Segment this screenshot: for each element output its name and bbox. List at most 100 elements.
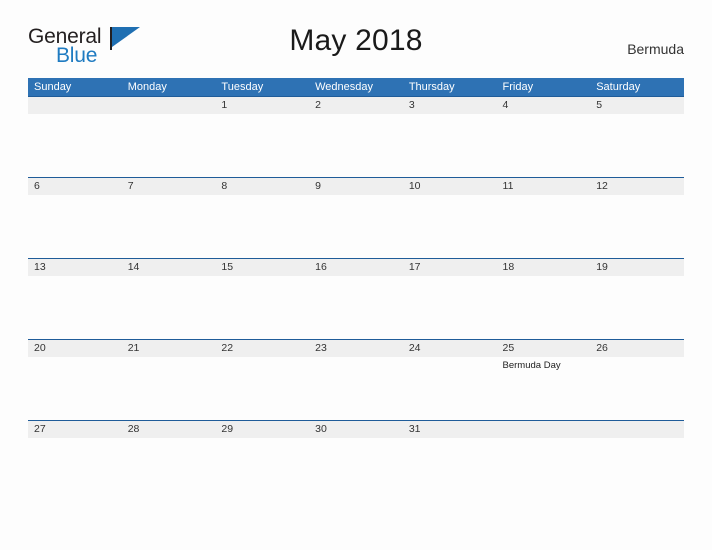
event-cell[interactable]	[590, 276, 684, 338]
day-number: 30	[315, 423, 327, 435]
day-number: 18	[502, 261, 515, 273]
event-cell[interactable]	[215, 438, 309, 500]
day-number: 27	[34, 423, 46, 435]
event-cell[interactable]	[215, 195, 309, 257]
event-cell[interactable]	[403, 438, 497, 500]
day-cell[interactable]: 12	[590, 178, 684, 195]
event-cell[interactable]	[590, 357, 684, 419]
day-cell[interactable]: 7	[122, 178, 216, 195]
day-cell[interactable]	[590, 421, 684, 438]
weekday-saturday: Saturday	[596, 81, 641, 93]
event-cell[interactable]	[309, 357, 403, 419]
event-layer	[28, 438, 684, 500]
day-cell[interactable]	[497, 421, 591, 438]
day-cell[interactable]: 16	[309, 259, 403, 276]
event-cell[interactable]	[309, 195, 403, 257]
day-cell[interactable]: 25	[497, 340, 591, 357]
day-cell[interactable]: 23	[309, 340, 403, 357]
event-cell[interactable]	[497, 276, 591, 338]
day-cell[interactable]: 29	[215, 421, 309, 438]
day-cell[interactable]: 18	[497, 259, 591, 276]
event-layer	[28, 114, 684, 176]
day-number: 2	[315, 99, 321, 111]
event-cell[interactable]	[122, 357, 216, 419]
event-cell[interactable]	[215, 114, 309, 176]
day-number: 20	[34, 342, 46, 354]
date-band: 13 14 15 16 17 18 19	[28, 258, 684, 276]
day-cell[interactable]: 9	[309, 178, 403, 195]
event-cell[interactable]	[122, 195, 216, 257]
event-cell[interactable]	[215, 357, 309, 419]
day-cell[interactable]: 8	[215, 178, 309, 195]
day-number: 21	[127, 342, 140, 354]
day-cell[interactable]: 28	[122, 421, 216, 438]
day-cell[interactable]	[28, 97, 122, 114]
day-number: 5	[596, 99, 603, 111]
day-number: 22	[221, 342, 234, 354]
event-cell[interactable]	[403, 357, 497, 419]
event-cell[interactable]	[403, 114, 497, 176]
day-cell[interactable]: 3	[403, 97, 497, 114]
date-band: 6 7 8 9 10 11 12	[28, 177, 684, 195]
day-cell[interactable]: 17	[403, 259, 497, 276]
day-cell[interactable]: 13	[28, 259, 122, 276]
event-cell[interactable]	[590, 195, 684, 257]
day-cell[interactable]: 27	[28, 421, 122, 438]
event-cell[interactable]	[497, 438, 591, 500]
day-cell[interactable]: 24	[403, 340, 497, 357]
day-cell[interactable]: 5	[590, 97, 684, 114]
location-label: Bermuda	[627, 41, 684, 57]
day-cell[interactable]: 11	[497, 178, 591, 195]
day-number: 24	[408, 342, 421, 354]
day-number: 25	[502, 342, 515, 354]
event-cell[interactable]	[403, 195, 497, 257]
day-number: 28	[127, 423, 140, 435]
event-cell[interactable]	[497, 195, 591, 257]
event-cell[interactable]	[590, 114, 684, 176]
weekday-wednesday: Wednesday	[315, 81, 373, 93]
day-cell[interactable]: 14	[122, 259, 216, 276]
week-row: 27 28 29 30 31	[28, 420, 684, 501]
day-cell[interactable]: 20	[28, 340, 122, 357]
date-band: 27 28 29 30 31	[28, 420, 684, 438]
day-cell[interactable]: 19	[590, 259, 684, 276]
weekday-tuesday: Tuesday	[221, 81, 264, 93]
event-cell[interactable]	[28, 114, 122, 176]
day-cell[interactable]: 30	[309, 421, 403, 438]
day-cell[interactable]: 4	[497, 97, 591, 114]
day-cell[interactable]: 10	[403, 178, 497, 195]
day-number: 23	[315, 342, 327, 354]
date-band: 1 2 3 4 5	[28, 96, 684, 114]
event-cell[interactable]	[403, 276, 497, 338]
event-cell[interactable]	[28, 276, 122, 338]
event-cell[interactable]	[122, 276, 216, 338]
weekday-thursday: Thursday	[408, 81, 455, 93]
day-cell[interactable]: 1	[215, 97, 309, 114]
day-cell[interactable]: 21	[122, 340, 216, 357]
day-cell[interactable]: 15	[215, 259, 309, 276]
day-cell[interactable]: 6	[28, 178, 122, 195]
event-cell[interactable]	[28, 357, 122, 419]
day-cell[interactable]: 26	[590, 340, 684, 357]
day-cell[interactable]	[122, 97, 216, 114]
event-cell[interactable]	[215, 276, 309, 338]
event-cell[interactable]	[497, 114, 591, 176]
day-cell[interactable]: 2	[309, 97, 403, 114]
day-number: 14	[127, 261, 140, 273]
event-text: Bermuda Day	[502, 360, 561, 371]
event-cell[interactable]	[309, 438, 403, 500]
event-cell[interactable]	[28, 438, 122, 500]
event-cell[interactable]	[309, 114, 403, 176]
day-number: 31	[408, 423, 421, 435]
event-cell[interactable]	[309, 276, 403, 338]
event-cell[interactable]	[122, 114, 216, 176]
event-cell[interactable]	[28, 195, 122, 257]
event-cell-bermuda-day[interactable]: Bermuda Day	[497, 357, 591, 419]
weekday-sunday: Sunday	[34, 81, 72, 93]
day-number: 6	[34, 180, 40, 192]
day-cell[interactable]: 31	[403, 421, 497, 438]
day-number: 9	[315, 180, 321, 192]
event-cell[interactable]	[122, 438, 216, 500]
event-cell[interactable]	[590, 438, 684, 500]
day-cell[interactable]: 22	[215, 340, 309, 357]
